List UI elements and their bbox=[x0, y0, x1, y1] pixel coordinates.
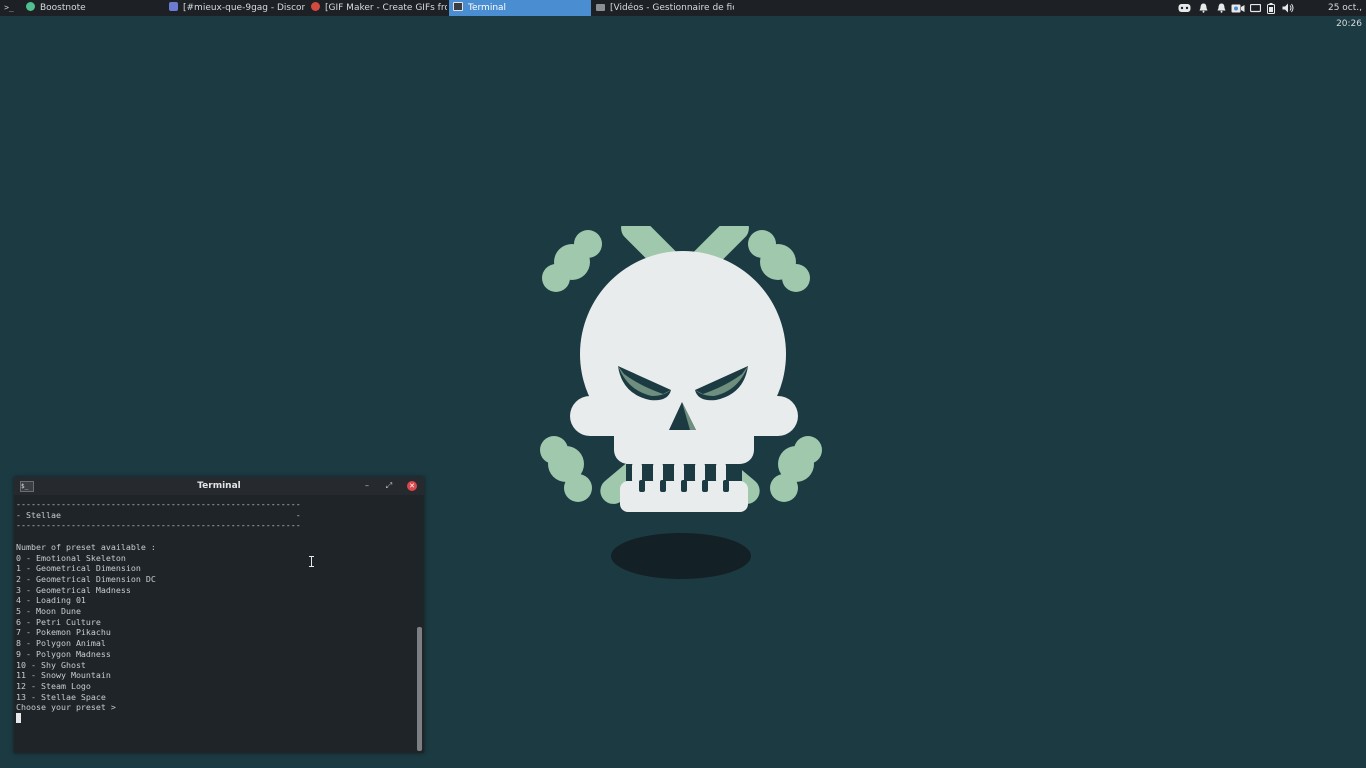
scrollbar-thumb[interactable] bbox=[417, 627, 422, 751]
taskbar-item-label: [GIF Maker - Create GIFs fro... bbox=[325, 3, 447, 13]
battery-icon[interactable] bbox=[1264, 0, 1278, 16]
terminal-titlebar[interactable]: $_ Terminal – ⤢ ✕ bbox=[14, 477, 424, 495]
notification-icon[interactable] bbox=[1214, 0, 1228, 16]
video-icon bbox=[596, 4, 605, 11]
terminal-line: 5 - Moon Dune bbox=[16, 606, 81, 617]
text-cursor bbox=[16, 713, 21, 724]
system-tray: 25 oct., 20:26 bbox=[1176, 0, 1366, 29]
terminal-line: 13 - Stellae Space bbox=[16, 691, 106, 702]
camera-icon[interactable] bbox=[1230, 0, 1246, 16]
terminal-input-line[interactable] bbox=[16, 713, 412, 724]
close-button[interactable]: ✕ bbox=[407, 481, 417, 491]
taskbar-item-terminal[interactable]: Terminal bbox=[449, 0, 591, 16]
chrome-icon bbox=[311, 2, 320, 11]
boostnote-icon bbox=[26, 2, 35, 11]
ibeam-cursor-icon bbox=[309, 556, 314, 567]
terminal-line: 1 - Geometrical Dimension bbox=[16, 563, 141, 574]
terminal-line: 2 - Geometrical Dimension DC bbox=[16, 573, 156, 584]
terminal-line: 6 - Petri Culture bbox=[16, 616, 101, 627]
skull-and-crossbones-icon bbox=[540, 226, 822, 579]
terminal-line: 4 - Loading 01 bbox=[16, 595, 86, 606]
discord-tray-icon[interactable] bbox=[1176, 0, 1192, 16]
taskbar-item-label: Boostnote bbox=[40, 3, 86, 13]
terminal-icon: $_ bbox=[20, 481, 34, 492]
terminal-line: 9 - Polygon Madness bbox=[16, 648, 111, 659]
screen-icon[interactable] bbox=[1248, 0, 1262, 16]
terminal-line: 7 - Pokemon Pikachu bbox=[16, 627, 111, 638]
taskbar-item-label: Terminal bbox=[468, 3, 507, 13]
maximize-button[interactable]: ⤢ bbox=[384, 481, 394, 491]
discord-icon bbox=[169, 2, 178, 11]
window-title: Terminal bbox=[197, 481, 241, 491]
terminal-scrollbar[interactable] bbox=[417, 499, 422, 751]
taskbar-item-gif-maker[interactable]: [GIF Maker - Create GIFs fro... bbox=[307, 0, 447, 16]
top-panel: >_ Boostnote [#mieux-que-9gag - Discord]… bbox=[0, 0, 1366, 29]
terminal-line: ----------------------------------------… bbox=[16, 520, 301, 531]
clock[interactable]: 25 oct., 20:26 bbox=[1300, 0, 1366, 29]
terminal-line: 10 - Shy Ghost bbox=[16, 659, 86, 670]
terminal-icon bbox=[453, 2, 463, 11]
terminal-line: 11 - Snowy Mountain bbox=[16, 670, 111, 681]
taskbar-item-discord[interactable]: [#mieux-que-9gag - Discord] bbox=[165, 0, 305, 16]
app-launcher-icon[interactable]: >_ bbox=[2, 0, 16, 16]
terminal-line: 0 - Emotional Skeleton bbox=[16, 552, 126, 563]
taskbar-item-label: [#mieux-que-9gag - Discord] bbox=[183, 3, 305, 13]
terminal-line: - Stellae - bbox=[16, 509, 301, 520]
taskbar-item-label: [Vidéos - Gestionnaire de fic... bbox=[610, 3, 734, 13]
terminal-line: 12 - Steam Logo bbox=[16, 680, 91, 691]
terminal-line: 3 - Geometrical Madness bbox=[16, 584, 131, 595]
taskbar-item-boostnote[interactable]: Boostnote bbox=[22, 0, 162, 16]
terminal-line: Number of preset available : bbox=[16, 541, 156, 552]
terminal-window[interactable]: $_ Terminal – ⤢ ✕ ----------------------… bbox=[14, 477, 424, 753]
bell-icon[interactable] bbox=[1196, 0, 1210, 16]
minimize-button[interactable]: – bbox=[362, 481, 372, 491]
volume-icon[interactable] bbox=[1280, 0, 1296, 16]
terminal-output[interactable]: ----------------------------------------… bbox=[16, 499, 412, 749]
terminal-line: ----------------------------------------… bbox=[16, 499, 301, 509]
terminal-prompt: Choose your preset > bbox=[16, 702, 116, 713]
terminal-line: 8 - Polygon Animal bbox=[16, 638, 106, 649]
taskbar-item-videos[interactable]: [Vidéos - Gestionnaire de fic... bbox=[592, 0, 734, 16]
